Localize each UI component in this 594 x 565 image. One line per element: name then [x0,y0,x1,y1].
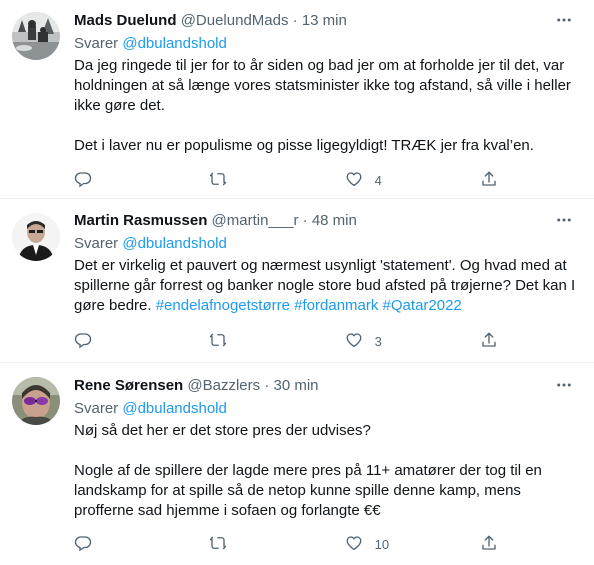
tweet-mads-duelund[interactable]: Mads Duelund @DuelundMads · 13 min Svare… [0,0,594,199]
tweet-header: Mads Duelund @DuelundMads · 13 min [74,11,578,31]
avatar[interactable] [12,12,60,60]
tweet-paragraph: Nøj så det her er det store pres der udv… [74,422,371,439]
tweet-paragraph: Da jeg ringede til jer for to år siden o… [74,57,576,114]
retweet-button[interactable] [209,170,299,190]
more-icon[interactable] [552,8,576,32]
retweet-icon [209,170,227,191]
avatar[interactable] [12,213,60,261]
retweet-icon [209,534,227,555]
like-icon [345,331,363,352]
like-count: 3 [374,333,382,349]
tweet-martin-rasmussen[interactable]: Martin Rasmussen @martin___r · 48 min Sv… [0,199,594,363]
display-name[interactable]: Rene Sørensen [74,377,183,394]
retweet-button[interactable] [209,534,299,554]
reply-icon [74,170,92,191]
user-handle[interactable]: @martin___r [212,212,299,229]
share-button[interactable] [480,534,498,554]
reply-context: Svarer @dbulandshold [74,34,578,54]
separator-dot: · [264,377,270,394]
like-count: 10 [374,536,390,552]
more-icon[interactable] [552,373,576,397]
share-button[interactable] [480,170,498,190]
tweet-actions: 10 [74,534,498,554]
share-icon [480,331,498,352]
timestamp[interactable]: 48 min [312,212,357,229]
tweet-header: Martin Rasmussen @martin___r · 48 min [74,211,578,231]
display-name[interactable]: Martin Rasmussen [74,212,207,229]
tweet-actions: 3 [74,331,498,351]
tweet-text: Nøj så det her er det store pres der udv… [74,421,578,521]
reply-prefix: Svarer [74,35,119,52]
like-icon [345,534,363,555]
timestamp[interactable]: 30 min [273,377,318,394]
like-button[interactable]: 4 [345,170,435,190]
tweet-header: Rene Sørensen @Bazzlers · 30 min [74,376,578,396]
retweet-icon [209,331,227,352]
retweet-button[interactable] [209,331,299,351]
reply-button[interactable] [74,534,164,554]
hashtag-link[interactable]: #Qatar2022 [383,297,462,314]
like-button[interactable]: 3 [345,331,435,351]
tweet-text: Det er virkelig et pauvert og nærmest us… [74,256,578,316]
separator-dot: · [302,212,308,229]
avatar[interactable] [12,377,60,425]
tweet-rene-sorensen[interactable]: Rene Sørensen @Bazzlers · 30 min Svarer … [0,363,594,565]
user-handle[interactable]: @DuelundMads [181,12,289,29]
reply-prefix: Svarer [74,400,119,417]
reply-button[interactable] [74,331,164,351]
tweet-paragraph: Det i laver nu er populisme og pisse lig… [74,137,534,154]
reply-button[interactable] [74,170,164,190]
reply-mention-link[interactable]: @dbulandshold [122,35,226,52]
share-icon [480,170,498,191]
like-count: 4 [374,172,382,188]
like-icon [345,170,363,191]
hashtag-link[interactable]: #fordanmark [294,297,378,314]
tweet-paragraph: Nogle af de spillere der lagde mere pres… [74,462,547,519]
tweet-text: Da jeg ringede til jer for to år siden o… [74,56,578,156]
share-icon [480,534,498,555]
reply-context: Svarer @dbulandshold [74,234,578,254]
tweet-actions: 4 [74,170,498,190]
user-handle[interactable]: @Bazzlers [187,377,260,394]
more-icon[interactable] [552,208,576,232]
reply-mention-link[interactable]: @dbulandshold [122,400,226,417]
timestamp[interactable]: 13 min [302,12,347,29]
reply-mention-link[interactable]: @dbulandshold [122,235,226,252]
like-button[interactable]: 10 [345,534,435,554]
display-name[interactable]: Mads Duelund [74,12,177,29]
reply-prefix: Svarer [74,235,119,252]
reply-icon [74,331,92,352]
reply-icon [74,534,92,555]
share-button[interactable] [480,331,498,351]
reply-context: Svarer @dbulandshold [74,399,578,419]
hashtag-link[interactable]: #endelafnogetstørre [156,297,290,314]
separator-dot: · [292,12,298,29]
